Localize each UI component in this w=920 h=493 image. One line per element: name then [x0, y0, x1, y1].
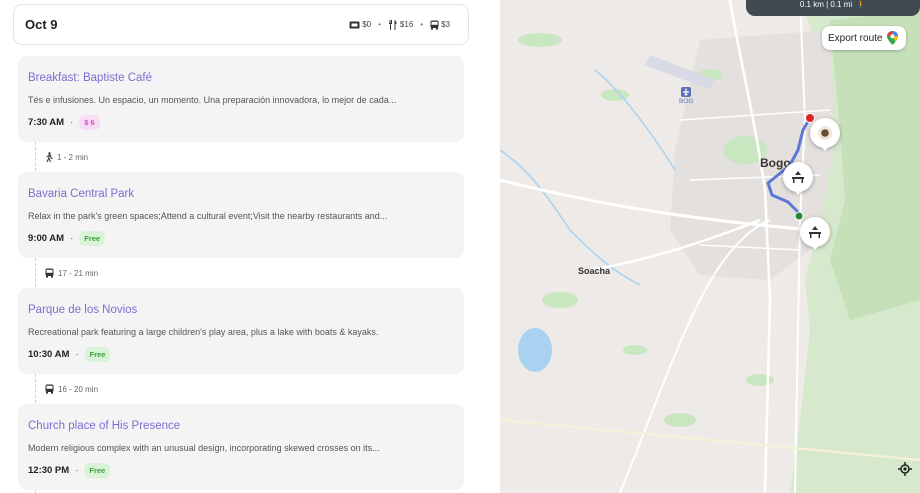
- stop-description: Modern religious complex with an unusual…: [28, 443, 380, 453]
- bus-icon: [430, 20, 439, 30]
- stop-card[interactable]: Parque de los Novios Recreational park f…: [18, 288, 464, 374]
- stop-title[interactable]: Breakfast: Baptiste Café: [28, 72, 152, 84]
- cost-transport: $3: [430, 20, 450, 30]
- stop-title[interactable]: Parque de los Novios: [28, 304, 137, 316]
- route-summary: 0.1 km | 0.1 mi: [799, 0, 853, 9]
- stop-title[interactable]: Bavaria Central Park: [28, 188, 134, 200]
- price-badge: Free: [84, 463, 111, 478]
- travel-segment: 1 - 2 min: [45, 152, 88, 162]
- itinerary-panel: Oct 9 $0 • $16 • $3 Breakfast: Baptiste …: [0, 0, 500, 493]
- stop-description: Tés e infusiones. Un espacio, un momento…: [28, 95, 397, 105]
- stop-description: Recreational park featuring a large chil…: [28, 327, 379, 337]
- day-header[interactable]: Oct 9 $0 • $16 • $3: [13, 4, 469, 45]
- travel-connector: [35, 374, 36, 403]
- stop-meta: 10:30 AM · Free: [28, 347, 111, 362]
- ticket-icon: [349, 21, 360, 28]
- travel-connector: [35, 258, 36, 287]
- day-costs: $0 • $16 • $3: [349, 19, 450, 30]
- park-bench-icon: [792, 171, 804, 183]
- map-pin-cafe[interactable]: [810, 118, 840, 151]
- walk-icon: [46, 152, 53, 162]
- price-badge: Free: [79, 231, 106, 246]
- export-route-button[interactable]: Export route: [822, 26, 907, 50]
- city-label-soacha: Soacha: [578, 266, 611, 276]
- route-summary-chip: 0.1 km | 0.1 mi 🚶: [746, 0, 920, 16]
- map-view[interactable]: 0.1 km | 0.1 mi 🚶 Export route BOG Bogo …: [500, 0, 920, 493]
- map-canvas[interactable]: [500, 0, 920, 493]
- my-location-button[interactable]: [896, 460, 914, 478]
- stop-meta: 9:00 AM · Free: [28, 231, 106, 246]
- price-badge: Free: [84, 347, 111, 362]
- bus-icon: [45, 268, 54, 278]
- stop-time: 9:00 AM: [28, 233, 65, 244]
- google-maps-icon: [887, 31, 899, 45]
- cost-tickets: $0: [349, 20, 371, 29]
- crosshair-icon: [898, 462, 912, 476]
- cost-food: $16: [388, 19, 413, 30]
- stop-time: 7:30 AM: [28, 117, 65, 128]
- travel-connector: [35, 142, 36, 171]
- travel-segment: 17 - 21 min: [45, 268, 98, 278]
- day-title: Oct 9: [25, 17, 58, 32]
- stop-meta: 7:30 AM · $ 6: [28, 115, 100, 130]
- stop-time: 10:30 AM: [28, 349, 70, 360]
- airport-label: BOG: [679, 98, 694, 105]
- coffee-icon: [818, 126, 832, 140]
- utensils-icon: [388, 19, 397, 30]
- stop-card[interactable]: Breakfast: Baptiste Café Tés e infusione…: [18, 56, 464, 142]
- airport-icon: [681, 87, 691, 97]
- stop-card[interactable]: Church place of His Presence Modern reli…: [18, 404, 464, 490]
- walk-icon: 🚶: [856, 0, 867, 9]
- map-pin-park[interactable]: [800, 217, 830, 250]
- stop-description: Relax in the park's green spaces;Attend …: [28, 211, 388, 221]
- stop-title[interactable]: Church place of His Presence: [28, 420, 180, 432]
- bus-icon: [45, 384, 54, 394]
- stop-meta: 12:30 PM · Free: [28, 463, 111, 478]
- park-bench-icon: [809, 226, 821, 238]
- stop-card[interactable]: Bavaria Central Park Relax in the park's…: [18, 172, 464, 258]
- travel-segment: 16 - 20 min: [45, 384, 98, 394]
- stop-time: 12:30 PM: [28, 465, 70, 476]
- map-pin-park[interactable]: [783, 162, 813, 195]
- price-badge: $ 6: [79, 115, 100, 130]
